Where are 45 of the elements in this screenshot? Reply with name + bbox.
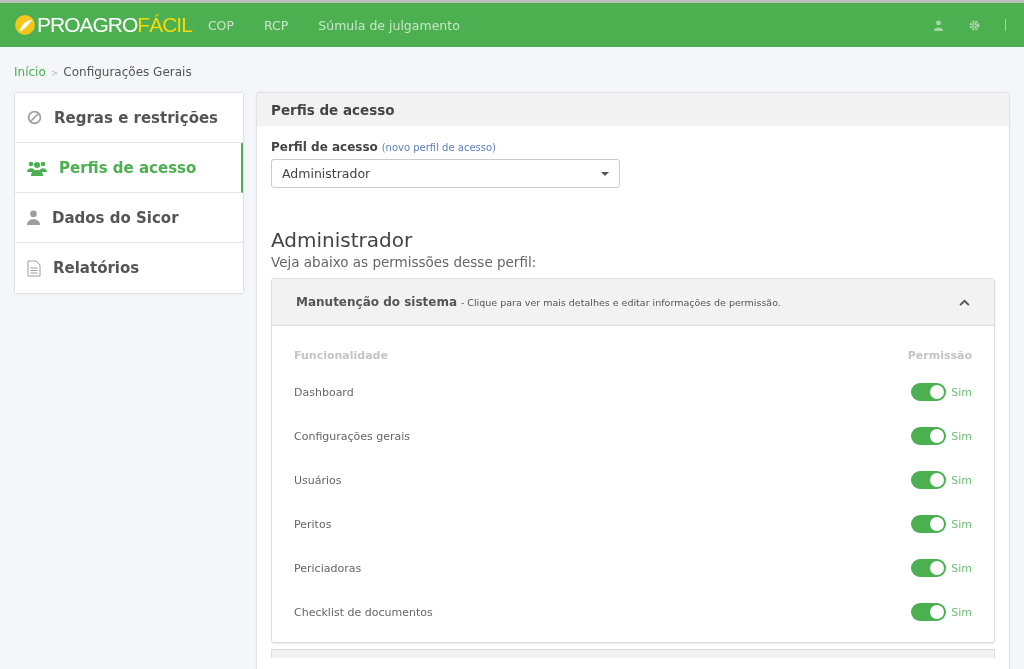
document-icon	[27, 259, 41, 277]
toggle-label: Sim	[951, 605, 972, 619]
column-header: Permissão	[907, 348, 972, 362]
sun-leaf-icon	[14, 14, 36, 36]
toggle-switch[interactable]	[911, 427, 947, 445]
toggle-switch[interactable]	[911, 515, 947, 533]
feature-name: Dashboard	[294, 385, 354, 399]
profile-title: Administrador	[271, 228, 414, 252]
toggle-switch[interactable]	[911, 559, 947, 577]
toggle-label: Sim	[951, 517, 972, 531]
toggle-label: Sim	[951, 385, 972, 399]
sidebar-item[interactable]: Relatórios	[15, 243, 243, 293]
toggle-switch[interactable]	[911, 603, 947, 621]
breadcrumb-current: Configurações Gerais	[63, 65, 192, 79]
toggle-label: Sim	[951, 561, 972, 575]
column-header: Funcionalidade	[294, 348, 388, 362]
profile-select[interactable]: Administrador	[271, 159, 620, 188]
section-header[interactable]: Manutenção do sistema - Clique para ver mais detalhes e editar informações de permissão.	[272, 279, 994, 326]
users-icon	[27, 159, 47, 176]
feature-name: Usuários	[294, 473, 342, 487]
parenthesis: (	[381, 142, 386, 153]
settings-icon[interactable]	[969, 19, 980, 31]
user-icon[interactable]	[933, 19, 944, 31]
user-icon	[27, 210, 40, 225]
feature-name: Periciadoras	[294, 561, 362, 575]
sidebar-item[interactable]: Perfis de acesso	[15, 143, 243, 193]
feature-name: Peritos	[294, 517, 332, 531]
toggle-label: Sim	[951, 473, 972, 487]
panel-title: Perfis de acesso	[271, 101, 395, 118]
sidebar-item[interactable]: Dados do Sicor	[15, 193, 243, 243]
feature-name: Configurações gerais	[294, 429, 411, 443]
toggle-switch[interactable]	[911, 383, 947, 401]
breadcrumb-separator: >	[50, 68, 59, 78]
sidebar-item[interactable]: Regras e restrições	[15, 93, 243, 143]
breadcrumb-link[interactable]: Início	[14, 65, 46, 79]
parenthesis: )	[492, 142, 496, 153]
feature-name: Checklist de documentos	[294, 605, 433, 619]
field-label: Perfil de acesso	[271, 140, 378, 154]
profile-subtitle: Veja abaixo as permissões desse perfil:	[271, 254, 538, 270]
chevron-up-icon	[959, 298, 970, 306]
toggle-label: Sim	[951, 429, 972, 443]
prohibited-icon	[27, 110, 42, 125]
caret-icon	[601, 171, 609, 176]
toggle-switch[interactable]	[911, 471, 947, 489]
section-title: Manutenção do sistema - Clique para ver mais detalhes e editar informações de permissão.	[296, 295, 781, 309]
